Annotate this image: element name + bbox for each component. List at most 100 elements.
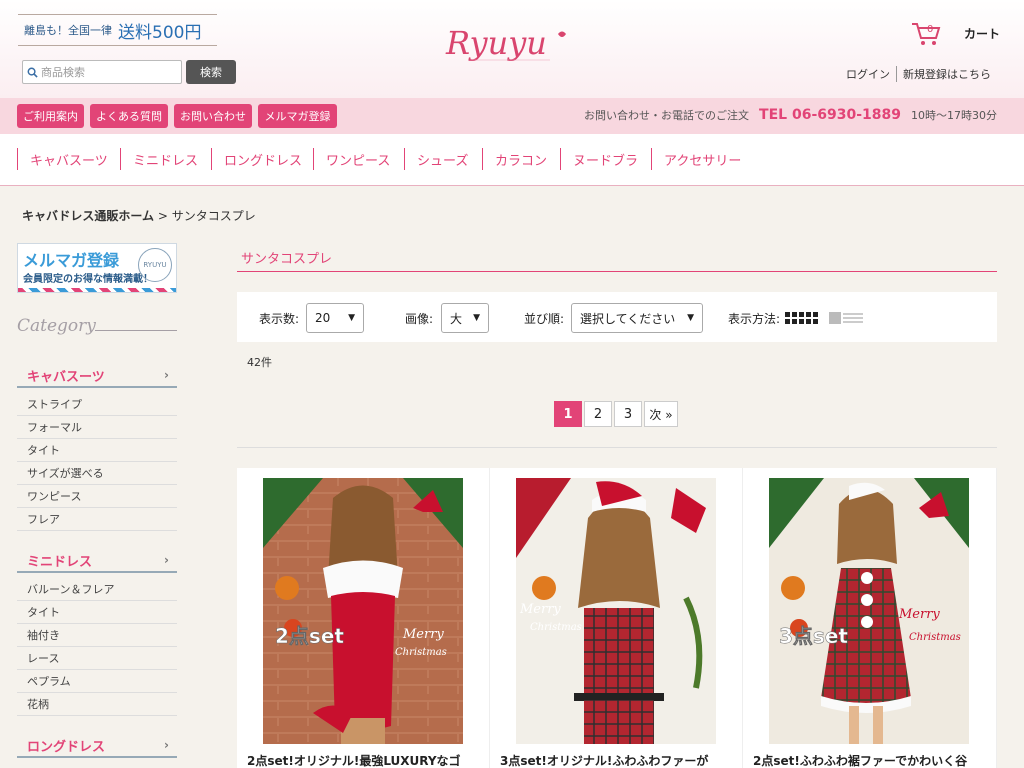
site-logo[interactable]: Ryuyu [440,20,580,66]
per-page-value: 20 [315,311,331,325]
guide-link[interactable]: ご利用案内 [17,104,84,128]
cart-label: カート [964,27,1001,41]
chevron-right-icon: › [164,553,169,567]
sidebar-group-label: ミニドレス [27,554,93,570]
search-input[interactable] [41,65,179,79]
sidebar-group-label: ロングドレス [27,739,106,755]
christmas-text: Christmas [909,632,961,643]
shipping-small-text: 離島も！全国一律 [24,24,112,37]
account-links: ログイン 新規登録はこちら [840,66,997,82]
chevron-right-icon: › [164,368,169,382]
sort-select[interactable]: 選択してください ▼ [571,303,703,333]
nav-item-accessory[interactable]: アクセサリー [651,148,753,170]
nav-item-cabasuit[interactable]: キャバスーツ [17,148,120,170]
category-heading-rule [95,330,177,331]
banner-title: メルマガ登録 [23,251,120,270]
product-card[interactable]: 3点set Merry Christmas 2点set!ふわふわ裾ファーでかわい… [743,468,997,768]
category-nav: キャバスーツ ミニドレス ロングドレス ワンピース シューズ カラコン ヌードブ… [0,134,1024,186]
business-hours: 10時〜17時30分 [911,109,997,122]
nav-item-onepiece[interactable]: ワンピース [313,148,402,170]
sidebar-item[interactable]: ワンピース [17,485,177,508]
nav-item-nudebra[interactable]: ヌードブラ [560,148,650,170]
content-divider [237,447,997,448]
filter-bar: 表示数: 20 ▼ 画像: 大 ▼ 並び順: 選択してください ▼ 表示方法: [237,292,997,342]
contact-info: お問い合わせ・お電話でのご注文 TEL 06-6930-1889 10時〜17時… [584,107,997,123]
contact-text: お問い合わせ・お電話でのご注文 [584,109,750,122]
sort-value: 選択してください [580,311,676,326]
sidebar-item[interactable]: バルーン＆フレア [17,578,177,601]
page-1-button[interactable]: 1 [554,401,582,427]
merry-text: Merry [519,602,561,617]
next-page-button[interactable]: 次 » [644,401,678,427]
sidebar-item[interactable]: フレア [17,508,177,531]
sidebar-item[interactable]: タイト [17,439,177,462]
sidebar-item[interactable]: 花柄 [17,693,177,716]
page-2-button[interactable]: 2 [584,401,612,427]
banner-stamp-icon: RYUYU [138,248,172,282]
search-box[interactable] [22,60,182,84]
sidebar-group-longdress[interactable]: ロングドレス › [17,734,177,758]
per-page-select[interactable]: 20 ▼ [306,303,364,333]
login-link[interactable]: ログイン [840,66,896,82]
contact-link[interactable]: お問い合わせ [174,104,252,128]
per-page-label: 表示数: [259,312,300,326]
page-3-button[interactable]: 3 [614,401,642,427]
product-name[interactable]: 2点set!ふわふわ裾ファーでかわいく谷 [753,752,967,768]
breadcrumb-current: サンタコスプレ [171,209,256,223]
cart-icon [912,23,941,45]
image-size-select[interactable]: 大 ▼ [441,303,489,333]
sidebar-item[interactable]: レース [17,647,177,670]
breadcrumb-separator: > [157,209,168,223]
sidebar-item[interactable]: 袖付き [17,624,177,647]
search-icon [27,67,38,78]
sidebar-item[interactable]: サイズが選べる [17,462,177,485]
breadcrumb: キャバドレス通販ホーム > サンタコスプレ [22,207,256,224]
pagination: 1 2 3 次 » [554,401,680,427]
category-heading: Category [17,316,96,336]
register-link[interactable]: 新規登録はこちら [896,66,997,82]
phone-number[interactable]: TEL 06-6930-1889 [759,107,901,123]
header: 離島も！全国一律 送料500円 検索 Ryuyu 0 カート ログイン 新規登録… [0,0,1024,98]
sidebar-item[interactable]: タイト [17,601,177,624]
grid-view-icon[interactable] [785,312,819,324]
product-name[interactable]: 2点set!オリジナル!最強LUXURYなゴ [247,752,461,768]
faq-link[interactable]: よくある質問 [90,104,168,128]
product-name[interactable]: 3点set!オリジナル!ふわふわファーが [500,752,708,768]
sidebar-item[interactable]: フォーマル [17,416,177,439]
shipping-banner: 離島も！全国一律 送料500円 [18,14,217,46]
breadcrumb-home[interactable]: キャバドレス通販ホーム [22,209,154,223]
christmas-text: Christmas [395,647,447,658]
product-card[interactable]: Merry Christmas 3点set!オリジナル!ふわふわファーが [490,468,743,768]
sidebar-group-cabasuit[interactable]: キャバスーツ › [17,364,177,388]
nav-item-minidress[interactable]: ミニドレス [120,148,210,170]
nav-item-shoes[interactable]: シューズ [404,148,480,170]
shipping-price-text: 送料500円 [118,22,202,43]
christmas-text: Christmas [530,622,582,633]
newsletter-banner[interactable]: メルマガ登録 会員限定のお得な情報満載！ RYUYU [17,243,177,293]
product-badge: 2点set [275,624,344,648]
nav-item-longdress[interactable]: ロングドレス [211,148,314,170]
logo-text: Ryuyu [445,24,547,62]
merry-text: Merry [402,627,444,642]
caret-down-icon: ▼ [348,313,355,323]
sort-label: 並び順: [524,312,565,326]
list-view-icon[interactable] [829,312,863,324]
sidebar-item[interactable]: ストライプ [17,393,177,416]
view-mode-label: 表示方法: [728,312,781,326]
merry-text: Merry [898,607,940,622]
page-title: サンタコスプレ [237,248,997,272]
newsletter-link[interactable]: メルマガ登録 [258,104,337,128]
cart-count: 0 [927,24,934,35]
sidebar-group-label: キャバスーツ [27,369,105,385]
cart-link[interactable]: 0 カート [910,20,1000,48]
product-image[interactable]: Merry Christmas [516,478,716,744]
product-image[interactable]: 2点set Merry Christmas [263,478,463,744]
result-count: 42件 [247,356,272,369]
sidebar-item[interactable]: ペプラム [17,670,177,693]
sidebar-group-minidress[interactable]: ミニドレス › [17,549,177,573]
nav-item-colorcontacts[interactable]: カラコン [482,148,559,170]
product-card[interactable]: 2点set Merry Christmas 2点set!オリジナル!最強LUXU… [237,468,490,768]
product-image[interactable]: 3点set Merry Christmas [769,478,969,744]
search-button[interactable]: 検索 [186,60,236,84]
banner-subtitle: 会員限定のお得な情報満載！ [23,274,153,285]
